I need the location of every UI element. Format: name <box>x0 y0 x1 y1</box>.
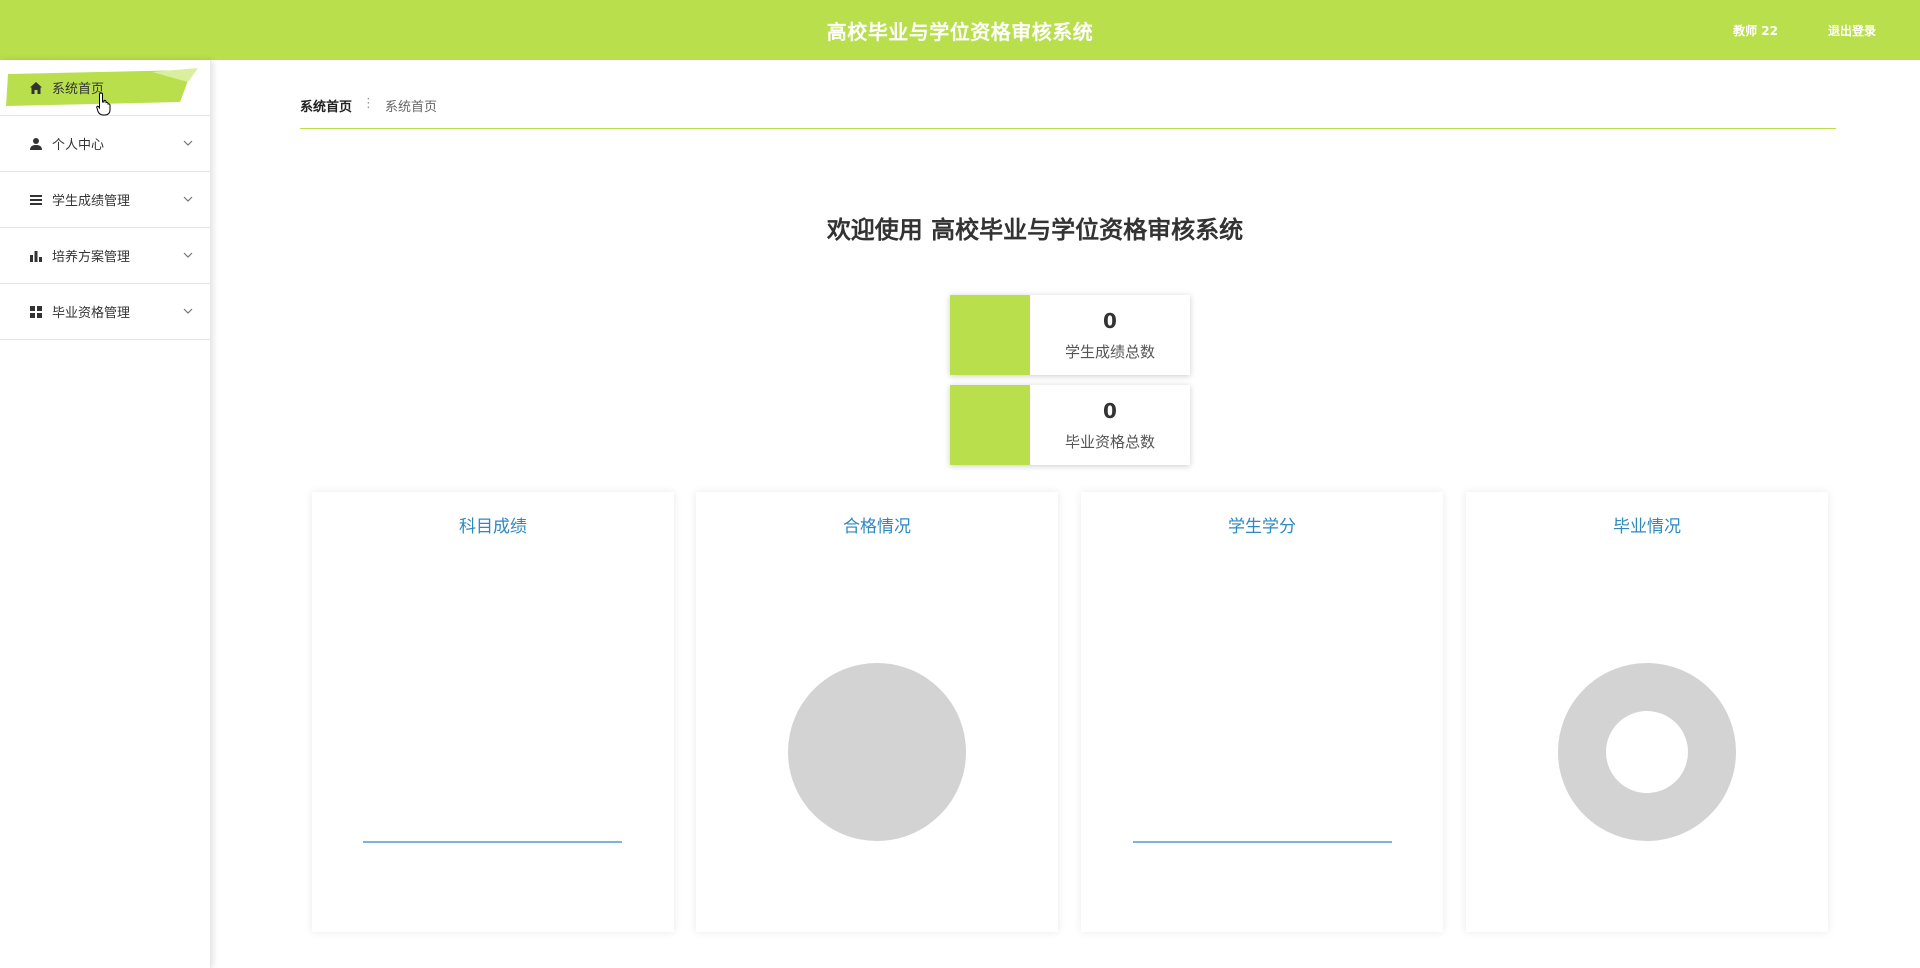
logout-link[interactable]: 退出登录 <box>1828 22 1876 39</box>
breadcrumb-separator-icon: ⋮ <box>362 96 376 111</box>
stat-value: 0 <box>1103 398 1117 423</box>
chevron-down-icon <box>183 196 193 202</box>
stat-card-grades-total: 0 学生成绩总数 <box>950 295 1190 375</box>
home-icon <box>28 80 44 96</box>
top-header: 高校毕业与学位资格审核系统 教师 22 退出登录 <box>0 0 1920 60</box>
pie-chart <box>788 663 966 841</box>
sidebar-item-graduation-qualification[interactable]: 毕业资格管理 <box>0 284 210 340</box>
stat-caption: 学生成绩总数 <box>1064 342 1155 361</box>
sidebar-item-label: 学生成绩管理 <box>52 194 131 209</box>
breadcrumb: 系统首页 ⋮ 系统首页 <box>300 96 1836 129</box>
sidebar-item-label: 毕业资格管理 <box>52 306 131 321</box>
empty-donut <box>1558 663 1736 841</box>
chart-card-student-credits: 学生学分 <box>1081 492 1443 932</box>
chevron-down-icon <box>183 308 193 314</box>
sidebar-item-label: 个人中心 <box>52 138 105 153</box>
stat-caption: 毕业资格总数 <box>1064 432 1155 451</box>
stat-swatch <box>950 295 1030 375</box>
empty-pie <box>788 663 966 841</box>
chevron-down-icon <box>183 140 193 146</box>
user-icon <box>28 136 44 152</box>
bar-chart <box>1133 841 1392 843</box>
app-title: 高校毕业与学位资格审核系统 <box>826 19 1094 44</box>
hand-cursor-icon <box>96 92 111 116</box>
breadcrumb-current: 系统首页 <box>385 100 438 115</box>
welcome-heading: 欢迎使用 高校毕业与学位资格审核系统 <box>826 216 1244 244</box>
stat-value: 0 <box>1103 308 1117 333</box>
user-name[interactable]: 教师 22 <box>1733 22 1778 39</box>
list-icon <box>28 192 44 208</box>
stat-card-qualification-total: 0 毕业资格总数 <box>950 385 1190 465</box>
grid-icon <box>28 304 44 320</box>
bar-chart <box>363 841 622 843</box>
chart-card-subject-grades: 科目成绩 <box>312 492 674 932</box>
sidebar-item-label: 培养方案管理 <box>52 250 131 265</box>
breadcrumb-root[interactable]: 系统首页 <box>300 96 352 115</box>
sidebar-item-personal-center[interactable]: 个人中心 <box>0 116 210 172</box>
donut-chart <box>1558 663 1736 841</box>
chart-card-graduation-status: 毕业情况 <box>1466 492 1828 932</box>
chevron-down-icon <box>183 252 193 258</box>
sidebar: 系统首页 个人中心 学生成绩管理 培养方案管理 毕业资格管理 <box>0 60 211 968</box>
stat-swatch <box>950 385 1030 465</box>
chart-card-pass-status: 合格情况 <box>696 492 1058 932</box>
bar-chart-icon <box>28 248 44 264</box>
